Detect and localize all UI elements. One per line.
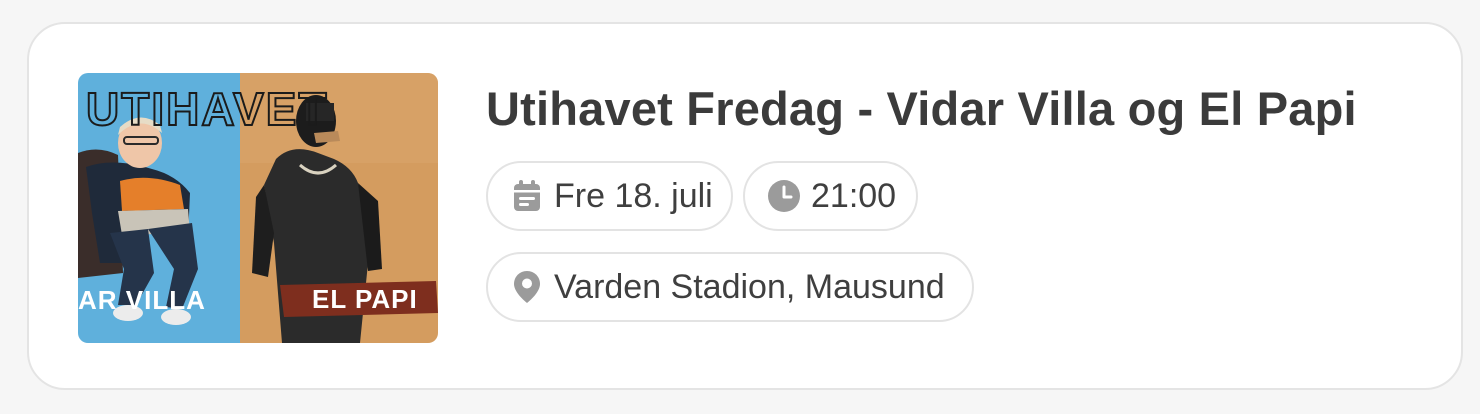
event-title[interactable]: Utihavet Fredag - Vidar Villa og El Papi bbox=[486, 78, 1357, 140]
poster-left-artist: AR VILLA bbox=[78, 285, 206, 315]
event-time: 21:00 bbox=[811, 176, 897, 215]
event-location: Varden Stadion, Mausund bbox=[554, 267, 945, 306]
poster-headline: UTIHAVET bbox=[86, 83, 329, 135]
event-card[interactable]: UTIHAVET AR VILLA EL PAPI Utihavet Freda… bbox=[27, 22, 1463, 390]
time-chip: 21:00 bbox=[743, 161, 918, 231]
date-chip: Fre 18. juli bbox=[486, 161, 733, 231]
event-poster-image[interactable]: UTIHAVET AR VILLA EL PAPI bbox=[78, 73, 438, 343]
clock-icon bbox=[767, 179, 801, 213]
event-date: Fre 18. juli bbox=[554, 176, 713, 215]
location-chip: Varden Stadion, Mausund bbox=[486, 252, 974, 322]
map-pin-icon bbox=[510, 270, 544, 304]
calendar-icon bbox=[510, 179, 544, 213]
poster-right-artist: EL PAPI bbox=[312, 284, 418, 314]
